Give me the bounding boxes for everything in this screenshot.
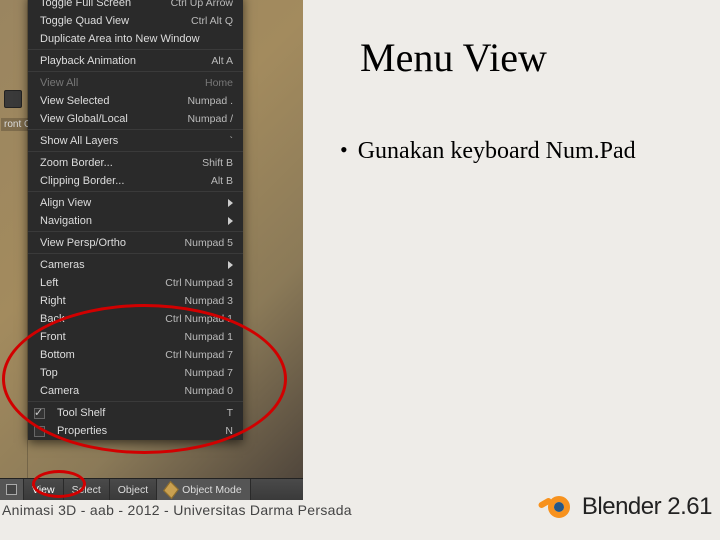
menu-item-label: Toggle Quad View	[40, 15, 129, 27]
menu-item-shortcut: N	[225, 425, 233, 437]
chevron-right-icon	[228, 199, 233, 207]
bullet-item: • Gunakan keyboard Num.Pad	[340, 136, 690, 166]
viewport-left-strip	[0, 0, 28, 478]
menu-item[interactable]: Toggle Quad View Ctrl Alt Q	[28, 12, 243, 30]
menu-item[interactable]: Left Ctrl Numpad 3	[28, 274, 243, 292]
menu-item-shortcut: Numpad 7	[185, 367, 233, 379]
menu-item-label: View Persp/Ortho	[40, 237, 126, 249]
menu-item-shortcut: Alt A	[211, 55, 233, 67]
menu-item-label: Back	[40, 313, 64, 325]
menu-item-label: Show All Layers	[40, 135, 118, 147]
menu-item-label: Clipping Border...	[40, 175, 124, 187]
menu-item-shortcut: Ctrl Alt Q	[191, 15, 233, 27]
menu-item[interactable]: View Selected Numpad .	[28, 92, 243, 110]
toolbar-button[interactable]	[4, 90, 22, 108]
header-menu-select[interactable]: Select	[64, 479, 110, 500]
footer-credit: Animasi 3D - aab - 2012 - Universitas Da…	[2, 502, 352, 518]
menu-item-label: Zoom Border...	[40, 157, 113, 169]
menu-item-label: Camera	[40, 385, 79, 397]
blender-logo-text: Blender 2.61	[582, 493, 712, 521]
menu-item-label: Tool Shelf	[57, 407, 105, 419]
menu-item[interactable]: Zoom Border... Shift B	[28, 154, 243, 172]
menu-item-label: Top	[40, 367, 58, 379]
menu-item[interactable]: Top Numpad 7	[28, 364, 243, 382]
menu-item[interactable]: Show All Layers `	[28, 132, 243, 152]
menu-item-shortcut: Ctrl Numpad 7	[165, 349, 233, 361]
menu-item[interactable]: View All Home	[28, 74, 243, 92]
menu-item[interactable]: Bottom Ctrl Numpad 7	[28, 346, 243, 364]
blender-logo: Blender 2.61	[544, 492, 712, 522]
menu-item-label: Right	[40, 295, 66, 307]
blender-logo-icon	[544, 492, 574, 522]
menu-item-shortcut: Numpad 0	[185, 385, 233, 397]
editor-type-icon[interactable]	[0, 479, 24, 500]
header-menu-object[interactable]: Object	[110, 479, 157, 500]
menu-item-label: Align View	[40, 197, 91, 209]
menu-item[interactable]: Duplicate Area into New Window	[28, 30, 243, 50]
menu-item[interactable]: Front Numpad 1	[28, 328, 243, 346]
menu-item-checkbox[interactable]: Tool Shelf T	[28, 404, 243, 422]
menu-item[interactable]: Align View	[28, 194, 243, 212]
menu-item[interactable]: Clipping Border... Alt B	[28, 172, 243, 192]
menu-item-label: View Selected	[40, 95, 110, 107]
checkbox-icon	[34, 408, 45, 419]
menu-item[interactable]: Playback Animation Alt A	[28, 52, 243, 72]
menu-item-label: Toggle Full Screen	[40, 0, 131, 9]
menu-item-label: Navigation	[40, 215, 92, 227]
menu-item-shortcut: Numpad 3	[185, 295, 233, 307]
mode-selector[interactable]: Object Mode	[157, 479, 251, 500]
bullet-list: • Gunakan keyboard Num.Pad	[340, 136, 690, 166]
menu-item-shortcut: Numpad .	[187, 95, 233, 107]
menu-item-label: View Global/Local	[40, 113, 128, 125]
object-mode-icon	[163, 480, 179, 498]
chevron-right-icon	[228, 217, 233, 225]
menu-item[interactable]: View Global/Local Numpad /	[28, 110, 243, 130]
view-menu-dropdown: Toggle Full Screen Ctrl Up Arrow Toggle Qu…	[28, 0, 243, 440]
menu-item-shortcut: `	[230, 135, 234, 147]
menu-item-shortcut: Shift B	[202, 157, 233, 169]
screenshot-blender-ui: ront O Toggle Full ScreenCtrl Up ArrowTo…	[0, 0, 303, 500]
chevron-right-icon	[228, 261, 233, 269]
menu-item-shortcut: Numpad 1	[185, 331, 233, 343]
menu-item[interactable]: Cameras	[28, 256, 243, 274]
menu-item-shortcut: T	[227, 407, 233, 419]
checkbox-icon	[34, 426, 45, 437]
menu-item[interactable]: Camera Numpad 0	[28, 382, 243, 402]
menu-item-shortcut: Numpad /	[187, 113, 233, 125]
menu-item-label: Properties	[57, 425, 107, 437]
menu-item[interactable]: View Persp/Ortho Numpad 5	[28, 234, 243, 254]
menu-item-label: View All	[40, 77, 78, 89]
viewport-header: View Select Object Object Mode	[0, 478, 303, 500]
slide-title: Menu View	[360, 34, 547, 81]
slide: ront O Toggle Full ScreenCtrl Up ArrowTo…	[0, 0, 720, 540]
mode-label: Object Mode	[182, 484, 242, 496]
menu-item-label: Duplicate Area into New Window	[40, 33, 200, 45]
menu-item-shortcut: Ctrl Numpad 1	[165, 313, 233, 325]
header-menu-view[interactable]: View	[24, 479, 64, 500]
menu-item-label: Bottom	[40, 349, 75, 361]
menu-item[interactable]: Toggle Full Screen Ctrl Up Arrow	[28, 0, 243, 12]
menu-item-label: Cameras	[40, 259, 85, 271]
bullet-text: Gunakan keyboard Num.Pad	[358, 136, 636, 166]
menu-item-shortcut: Alt B	[211, 175, 233, 187]
menu-item-label: Front	[40, 331, 66, 343]
menu-item-shortcut: Ctrl Numpad 3	[165, 277, 233, 289]
menu-item-label: Playback Animation	[40, 55, 136, 67]
menu-item[interactable]: Back Ctrl Numpad 1	[28, 310, 243, 328]
menu-item-label: Left	[40, 277, 58, 289]
menu-item[interactable]: Right Numpad 3	[28, 292, 243, 310]
menu-item-shortcut: Numpad 5	[185, 237, 233, 249]
menu-item-shortcut: Home	[205, 77, 233, 89]
menu-item-shortcut: Ctrl Up Arrow	[171, 0, 233, 9]
menu-item-checkbox[interactable]: Properties N	[28, 422, 243, 440]
bullet-marker: •	[340, 136, 348, 164]
menu-item[interactable]: Navigation	[28, 212, 243, 232]
